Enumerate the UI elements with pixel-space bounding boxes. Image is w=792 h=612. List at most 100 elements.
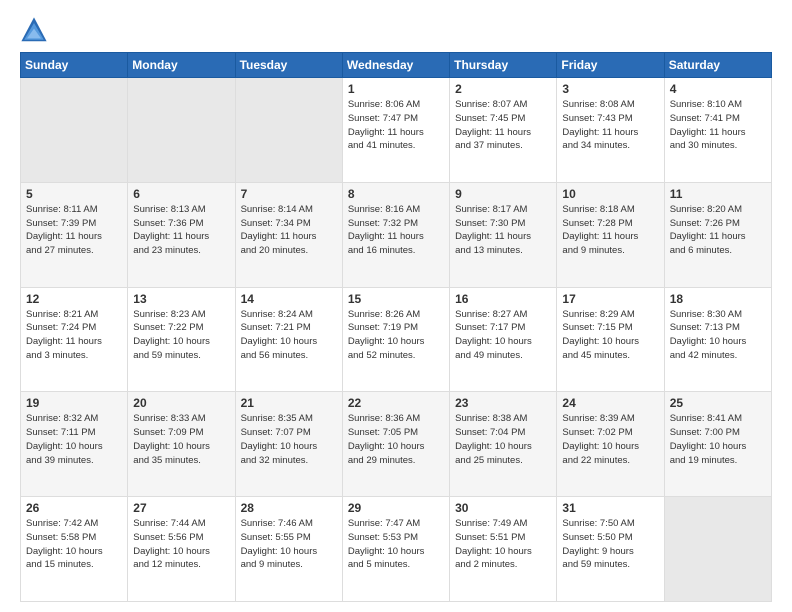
col-wednesday: Wednesday — [342, 53, 449, 78]
table-row: 24Sunrise: 8:39 AMSunset: 7:02 PMDayligh… — [557, 392, 664, 497]
day-info-line: Sunrise: 8:33 AM — [133, 413, 205, 424]
table-row: 1Sunrise: 8:06 AMSunset: 7:47 PMDaylight… — [342, 78, 449, 183]
table-row: 13Sunrise: 8:23 AMSunset: 7:22 PMDayligh… — [128, 287, 235, 392]
day-info: Sunrise: 8:20 AMSunset: 7:26 PMDaylight:… — [670, 203, 766, 258]
day-info-line: and 9 minutes. — [562, 245, 624, 256]
day-number: 23 — [455, 396, 551, 410]
day-info-line: Sunrise: 8:32 AM — [26, 413, 98, 424]
day-number: 1 — [348, 82, 444, 96]
day-info-line: and 35 minutes. — [133, 455, 201, 466]
day-info-line: and 59 minutes. — [562, 559, 630, 570]
table-row: 21Sunrise: 8:35 AMSunset: 7:07 PMDayligh… — [235, 392, 342, 497]
day-info-line: Sunset: 7:43 PM — [562, 113, 632, 124]
day-info-line: Daylight: 11 hours — [241, 231, 317, 242]
table-row: 8Sunrise: 8:16 AMSunset: 7:32 PMDaylight… — [342, 182, 449, 287]
table-row: 28Sunrise: 7:46 AMSunset: 5:55 PMDayligh… — [235, 497, 342, 602]
day-info: Sunrise: 8:10 AMSunset: 7:41 PMDaylight:… — [670, 98, 766, 153]
day-info-line: and 39 minutes. — [26, 455, 94, 466]
day-info-line: and 56 minutes. — [241, 350, 309, 361]
day-info-line: Sunset: 7:00 PM — [670, 427, 740, 438]
day-info-line: and 16 minutes. — [348, 245, 416, 256]
day-info-line: Sunrise: 8:06 AM — [348, 99, 420, 110]
day-info-line: Sunrise: 7:46 AM — [241, 518, 313, 529]
day-info-line: Sunrise: 8:29 AM — [562, 309, 634, 320]
calendar-week-row: 26Sunrise: 7:42 AMSunset: 5:58 PMDayligh… — [21, 497, 772, 602]
day-info-line: Sunset: 7:45 PM — [455, 113, 525, 124]
table-row: 3Sunrise: 8:08 AMSunset: 7:43 PMDaylight… — [557, 78, 664, 183]
table-row: 19Sunrise: 8:32 AMSunset: 7:11 PMDayligh… — [21, 392, 128, 497]
table-row: 29Sunrise: 7:47 AMSunset: 5:53 PMDayligh… — [342, 497, 449, 602]
day-info-line: and 22 minutes. — [562, 455, 630, 466]
table-row: 30Sunrise: 7:49 AMSunset: 5:51 PMDayligh… — [450, 497, 557, 602]
day-info: Sunrise: 8:30 AMSunset: 7:13 PMDaylight:… — [670, 308, 766, 363]
day-info-line: and 5 minutes. — [348, 559, 410, 570]
day-info-line: Daylight: 10 hours — [670, 441, 747, 452]
table-row: 26Sunrise: 7:42 AMSunset: 5:58 PMDayligh… — [21, 497, 128, 602]
day-info-line: Sunset: 7:36 PM — [133, 218, 203, 229]
day-info-line: Sunrise: 8:26 AM — [348, 309, 420, 320]
day-info-line: Sunrise: 8:17 AM — [455, 204, 527, 215]
day-info-line: Sunrise: 8:16 AM — [348, 204, 420, 215]
day-info-line: Daylight: 10 hours — [26, 441, 103, 452]
day-info-line: Sunrise: 8:11 AM — [26, 204, 98, 215]
table-row: 7Sunrise: 8:14 AMSunset: 7:34 PMDaylight… — [235, 182, 342, 287]
col-monday: Monday — [128, 53, 235, 78]
day-info-line: and 12 minutes. — [133, 559, 201, 570]
day-info: Sunrise: 8:18 AMSunset: 7:28 PMDaylight:… — [562, 203, 658, 258]
day-info-line: Sunrise: 8:20 AM — [670, 204, 742, 215]
table-row: 22Sunrise: 8:36 AMSunset: 7:05 PMDayligh… — [342, 392, 449, 497]
day-info-line: Daylight: 10 hours — [133, 441, 210, 452]
day-info-line: Sunset: 7:39 PM — [26, 218, 96, 229]
day-info-line: and 13 minutes. — [455, 245, 523, 256]
day-number: 28 — [241, 501, 337, 515]
day-info: Sunrise: 8:23 AMSunset: 7:22 PMDaylight:… — [133, 308, 229, 363]
day-info-line: and 59 minutes. — [133, 350, 201, 361]
table-row — [664, 497, 771, 602]
day-info-line: Daylight: 10 hours — [133, 546, 210, 557]
day-info-line: Daylight: 10 hours — [241, 441, 318, 452]
day-info-line: Sunrise: 8:14 AM — [241, 204, 313, 215]
day-info-line: Sunset: 7:47 PM — [348, 113, 418, 124]
calendar-week-row: 5Sunrise: 8:11 AMSunset: 7:39 PMDaylight… — [21, 182, 772, 287]
day-info-line: Sunrise: 8:07 AM — [455, 99, 527, 110]
day-info-line: Sunset: 7:26 PM — [670, 218, 740, 229]
day-info-line: Sunrise: 7:44 AM — [133, 518, 205, 529]
day-number: 2 — [455, 82, 551, 96]
day-info-line: Daylight: 11 hours — [670, 127, 746, 138]
day-number: 21 — [241, 396, 337, 410]
day-number: 27 — [133, 501, 229, 515]
day-info-line: Sunrise: 8:27 AM — [455, 309, 527, 320]
col-friday: Friday — [557, 53, 664, 78]
day-info-line: Sunrise: 8:18 AM — [562, 204, 634, 215]
day-info: Sunrise: 8:29 AMSunset: 7:15 PMDaylight:… — [562, 308, 658, 363]
day-info: Sunrise: 8:36 AMSunset: 7:05 PMDaylight:… — [348, 412, 444, 467]
day-info-line: Daylight: 10 hours — [455, 441, 532, 452]
day-info-line: Sunset: 7:07 PM — [241, 427, 311, 438]
day-info-line: and 2 minutes. — [455, 559, 517, 570]
header — [20, 16, 772, 44]
table-row: 23Sunrise: 8:38 AMSunset: 7:04 PMDayligh… — [450, 392, 557, 497]
day-info-line: Daylight: 11 hours — [133, 231, 209, 242]
table-row: 17Sunrise: 8:29 AMSunset: 7:15 PMDayligh… — [557, 287, 664, 392]
day-info: Sunrise: 8:24 AMSunset: 7:21 PMDaylight:… — [241, 308, 337, 363]
day-info-line: and 9 minutes. — [241, 559, 303, 570]
table-row — [21, 78, 128, 183]
day-info-line: Sunset: 7:22 PM — [133, 322, 203, 333]
day-info-line: and 23 minutes. — [133, 245, 201, 256]
day-info: Sunrise: 8:14 AMSunset: 7:34 PMDaylight:… — [241, 203, 337, 258]
day-info: Sunrise: 8:07 AMSunset: 7:45 PMDaylight:… — [455, 98, 551, 153]
day-info-line: Sunset: 7:05 PM — [348, 427, 418, 438]
day-info-line: and 45 minutes. — [562, 350, 630, 361]
day-number: 25 — [670, 396, 766, 410]
day-info-line: Daylight: 11 hours — [26, 336, 102, 347]
day-number: 16 — [455, 292, 551, 306]
day-info: Sunrise: 8:13 AMSunset: 7:36 PMDaylight:… — [133, 203, 229, 258]
day-info: Sunrise: 8:41 AMSunset: 7:00 PMDaylight:… — [670, 412, 766, 467]
day-info-line: Sunset: 5:55 PM — [241, 532, 311, 543]
calendar-week-row: 1 Sunrise: 8:06 AM Sunset: 7:47 PM Daylight… — [21, 78, 772, 183]
day-info-line: Sunrise: 7:42 AM — [26, 518, 98, 529]
day-info: Sunrise: 7:50 AMSunset: 5:50 PMDaylight:… — [562, 517, 658, 572]
day-info-line: and 42 minutes. — [670, 350, 738, 361]
day-info-line: Sunset: 7:32 PM — [348, 218, 418, 229]
day-info-line: Sunset: 5:50 PM — [562, 532, 632, 543]
